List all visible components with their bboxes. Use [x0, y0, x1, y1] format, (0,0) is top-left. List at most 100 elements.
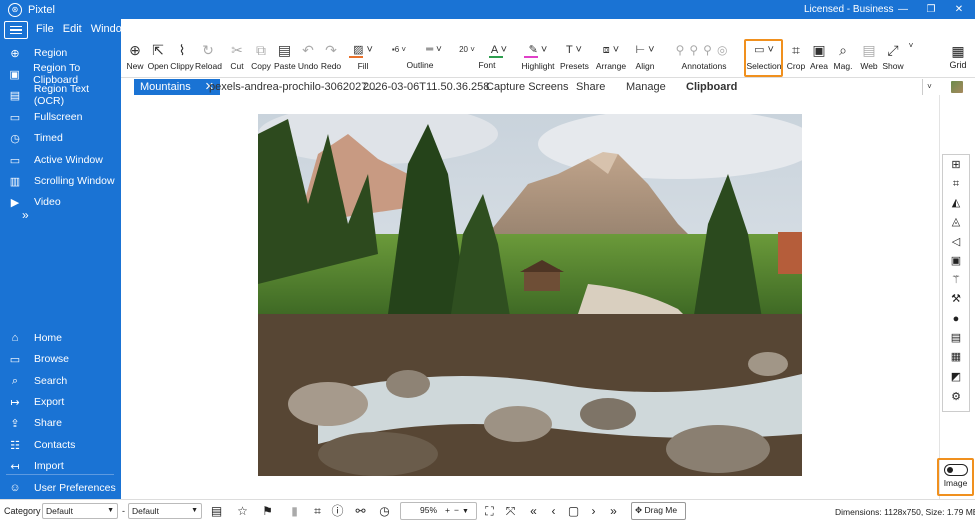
sidebar-item-share[interactable]: ⇪ Share [0, 413, 121, 433]
sidebar-item-fullscreen[interactable]: ▭ Fullscreen [0, 107, 121, 127]
tag-list-icon[interactable]: ▤ [209, 504, 224, 519]
minimize-button[interactable]: — [892, 2, 914, 17]
contacts-icon: ☷ [10, 439, 20, 452]
sidebar-item-region[interactable]: ⊕ Region [0, 43, 121, 63]
next-image-icon[interactable]: › [586, 504, 601, 519]
crop-icon: ⌗ [792, 42, 800, 58]
preset-select[interactable]: Default ▼ [128, 503, 202, 519]
align-dropdown[interactable]: ⊢ ˅ Align [630, 41, 660, 75]
image-mode-toggle[interactable]: Image [937, 458, 974, 496]
web-button[interactable]: ▤ Web [858, 41, 880, 75]
reload-button[interactable]: ↻ Reload [195, 41, 222, 75]
cut-button[interactable]: ✂ Cut [229, 41, 245, 75]
first-image-icon[interactable]: « [526, 504, 541, 519]
menu-edit[interactable]: Edit [63, 23, 82, 35]
crop-tool-icon[interactable]: ⌗ [949, 177, 963, 191]
zoom-out-icon[interactable]: − [454, 505, 459, 515]
open-button[interactable]: ⇱ Open [146, 41, 170, 75]
effects-wand-icon[interactable]: ⚒ [949, 292, 963, 306]
close-button[interactable]: ✕ [948, 2, 970, 17]
search-icon: ⌕ [11, 374, 19, 387]
menu-window[interactable]: Window [91, 23, 130, 35]
copy-button[interactable]: ⧉ Copy [250, 41, 272, 75]
arrange-dropdown[interactable]: ⧈ ˅ Arrange [594, 41, 628, 75]
color-drop-icon[interactable]: ● [949, 312, 963, 326]
area-button[interactable]: ▣ Area [808, 41, 830, 75]
open-icon: ⇱ [152, 42, 164, 58]
actual-size-icon[interactable]: ⤧ [503, 504, 518, 519]
redo-button[interactable]: ↷ Redo [320, 41, 342, 75]
crop-button[interactable]: ⌗ Crop [786, 41, 806, 75]
menu-tools[interactable]: Tools [139, 23, 165, 35]
clippy-button[interactable]: ⌇ Clippy [170, 41, 194, 75]
magic-wand-icon[interactable]: ⚚ [949, 273, 963, 287]
presets-dropdown[interactable]: T ˅ Presets [560, 41, 589, 75]
rotate-icon[interactable]: ◭ [949, 196, 963, 210]
sidebar-item-browse[interactable]: ▭ Browse [0, 349, 121, 369]
grid-button[interactable]: ▦ Grid [944, 42, 972, 74]
tab-thumbnail [951, 81, 963, 93]
history-icon[interactable]: ◷ [377, 504, 392, 519]
paste-button[interactable]: ▤ Paste [274, 41, 296, 75]
annotations-group[interactable]: ⚲⚲⚲◎ Annotations [666, 41, 742, 75]
sidebar-item-export[interactable]: ↦ Export [0, 392, 121, 412]
resize-canvas-icon[interactable]: ⊞ [949, 158, 963, 172]
new-button[interactable]: ⊕ New [124, 41, 146, 75]
sidebar-item-region-to-clipboard[interactable]: ▣ Region To Clipboard [0, 62, 121, 86]
sidebar-item-import[interactable]: ↤ Import [0, 456, 121, 476]
sidebar-item-active-window[interactable]: ▭ Active Window [0, 150, 121, 170]
sidebar-item-home[interactable]: ⌂ Home [0, 328, 121, 348]
highlight-dropdown[interactable]: ✎ ˅ Highlight [519, 41, 557, 75]
show-button[interactable]: ⤢ Show [882, 41, 904, 75]
perspective-icon[interactable]: ◁ [949, 235, 963, 249]
previous-image-icon[interactable]: ‹ [546, 504, 561, 519]
sidebar-item-timed[interactable]: ◷ Timed [0, 128, 121, 148]
link-icon[interactable]: ⚯ [353, 504, 368, 519]
sidebar-item-contacts[interactable]: ☷ Contacts [0, 435, 121, 455]
tags-icon[interactable]: ⌗ [310, 504, 325, 519]
sidebar-more-chevron-icon[interactable]: » [22, 208, 29, 222]
sidebar-item-user-preferences[interactable]: ☺ User Preferences [0, 478, 121, 498]
last-image-icon[interactable]: » [606, 504, 621, 519]
sidebar-item-region-text-ocr[interactable]: ▤ Region Text (OCR) [0, 83, 121, 107]
tab-manage[interactable]: Manage [626, 79, 666, 95]
more-tools-chevron-icon[interactable]: ˅ [907, 41, 915, 75]
mountain-landscape-image[interactable] [258, 114, 802, 476]
tab-timestamp[interactable]: 2026-03-06T11.50.36.258 [363, 79, 489, 95]
undo-button[interactable]: ↶ Undo [297, 41, 319, 75]
sidebar-item-scrolling-window[interactable]: ▥ Scrolling Window [0, 171, 121, 191]
hamburger-menu-icon[interactable] [4, 21, 28, 39]
drag-me-button[interactable]: ✥ Drag Me [631, 502, 686, 520]
tab-clipboard[interactable]: Clipboard [686, 79, 737, 95]
outline-style-icon: ═ ˅ [426, 44, 442, 55]
sidebar-item-search[interactable]: ⌕ Search [0, 371, 121, 391]
frame-icon[interactable]: ◩ [949, 370, 963, 384]
fit-screen-icon[interactable]: ⛶ [482, 504, 497, 519]
settings-gear-icon[interactable]: ⚙ [949, 390, 963, 404]
restore-button[interactable]: ❐ [920, 2, 942, 17]
fill-dropdown[interactable]: ▨ ˅ Fill [347, 41, 379, 75]
category-select[interactable]: Default ▼ [42, 503, 118, 519]
tab-pexels-image[interactable]: pexels-andrea-prochilo-3062027... [209, 79, 377, 95]
zoom-in-icon[interactable]: + [445, 505, 450, 515]
info-icon[interactable]: ⓘ [330, 504, 345, 519]
menu-file[interactable]: File [36, 23, 54, 35]
flag-icon[interactable]: ⚑ [260, 504, 275, 519]
flip-icon[interactable]: ◬ [949, 215, 963, 229]
zoom-control[interactable]: 95% + − ▼ [400, 502, 477, 520]
tab-capture-screens[interactable]: Capture Screens [486, 79, 569, 95]
tab-mountains[interactable]: Mountains ✕ [134, 79, 220, 95]
menu-help[interactable]: Help [174, 23, 197, 35]
chevron-down-icon[interactable]: ▼ [462, 508, 469, 515]
tab-share[interactable]: Share [576, 79, 605, 95]
watermark-icon[interactable]: ▦ [949, 350, 963, 364]
bookmark-icon[interactable]: ▮ [287, 504, 302, 519]
scrolling-window-icon: ▥ [9, 175, 21, 188]
sidebar-item-video[interactable]: ▶ Video [0, 192, 121, 212]
current-view-icon[interactable]: ▢ [566, 504, 581, 519]
image-adjust-icon[interactable]: ▣ [949, 254, 963, 268]
caption-icon[interactable]: ▤ [949, 331, 963, 345]
magnifier-button[interactable]: ⌕ Mag. [832, 41, 854, 75]
tabs-overflow-chevron-icon[interactable]: ˅ [922, 79, 936, 95]
star-icon[interactable]: ☆ [235, 504, 250, 519]
